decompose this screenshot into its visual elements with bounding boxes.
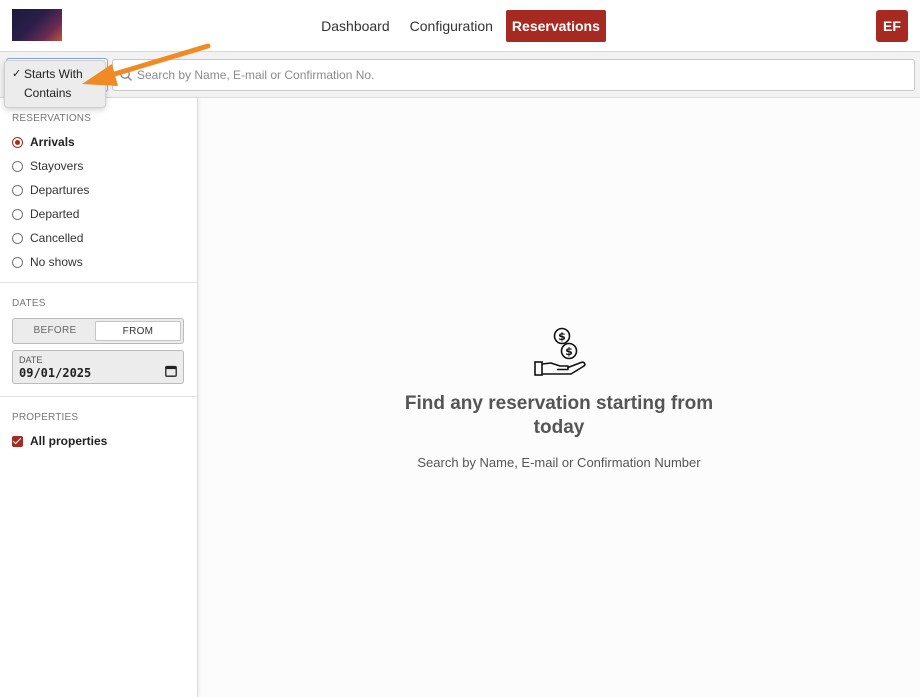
filter-no-shows[interactable]: No shows [12, 253, 83, 271]
radio-icon[interactable] [12, 136, 23, 148]
top-bar: Dashboard Configuration Reservations EF [0, 0, 920, 52]
search-icon [120, 69, 132, 81]
divider [0, 396, 197, 397]
empty-state-title: Find any reservation starting from today [404, 393, 714, 438]
user-avatar[interactable]: EF [876, 10, 908, 42]
filter-label: Stayovers [30, 159, 84, 173]
hand-with-coins-icon: $ $ [534, 327, 586, 376]
radio-icon[interactable] [12, 184, 23, 196]
filter-label: Departed [30, 207, 80, 221]
all-properties-checkbox[interactable]: All properties [12, 432, 107, 450]
date-mode-before[interactable]: BEFORE [15, 321, 95, 341]
filter-arrivals[interactable]: Arrivals [12, 133, 75, 151]
search-box [112, 59, 915, 91]
search-input[interactable] [137, 60, 907, 90]
filter-stayovers[interactable]: Stayovers [12, 157, 83, 175]
checkbox-icon[interactable] [12, 435, 23, 447]
nav-dashboard[interactable]: Dashboard [314, 10, 397, 42]
calendar-icon[interactable] [165, 365, 177, 377]
date-field-label: DATE [19, 355, 43, 365]
nav-reservations[interactable]: Reservations [505, 10, 606, 42]
filter-label: Arrivals [30, 135, 75, 149]
filter-departed[interactable]: Departed [12, 205, 79, 223]
search-bar [0, 52, 920, 98]
date-field-value[interactable]: 09/01/2025 [19, 366, 91, 380]
search-mode-option-contains[interactable]: Contains [5, 84, 105, 103]
filter-cancelled[interactable]: Cancelled [12, 229, 83, 247]
empty-state: $ $ Find any reservation starting from t… [198, 98, 920, 697]
svg-text:$: $ [558, 330, 566, 343]
properties-section-title: PROPERTIES [12, 412, 79, 423]
radio-icon[interactable] [12, 160, 23, 172]
radio-icon[interactable] [12, 208, 23, 220]
filter-label: No shows [30, 255, 83, 269]
search-mode-dropdown: ✓ Starts With Contains [4, 60, 106, 108]
filter-sidebar: RESERVATIONS Arrivals Stayovers Departur… [0, 98, 198, 697]
divider [0, 282, 197, 283]
radio-icon[interactable] [12, 232, 23, 244]
main-nav: Dashboard Configuration Reservations [0, 10, 920, 42]
checkbox-label: All properties [30, 434, 108, 448]
radio-icon[interactable] [12, 256, 23, 268]
search-mode-option-starts-with[interactable]: ✓ Starts With [5, 65, 105, 84]
filter-label: Departures [30, 183, 90, 197]
date-mode-from[interactable]: FROM [95, 321, 181, 341]
empty-state-subtitle: Search by Name, E-mail or Confirmation N… [417, 455, 701, 470]
svg-text:$: $ [565, 345, 573, 358]
nav-configuration[interactable]: Configuration [403, 10, 500, 42]
option-label: Starts With [24, 67, 83, 81]
filter-departures[interactable]: Departures [12, 181, 89, 199]
date-mode-toggle: BEFORE FROM [12, 318, 184, 344]
date-field[interactable]: DATE 09/01/2025 [12, 350, 184, 384]
reservations-section-title: RESERVATIONS [12, 113, 92, 124]
dates-section-title: DATES [12, 298, 46, 309]
filter-label: Cancelled [30, 231, 84, 245]
option-label: Contains [24, 86, 72, 100]
check-icon: ✓ [12, 68, 22, 80]
